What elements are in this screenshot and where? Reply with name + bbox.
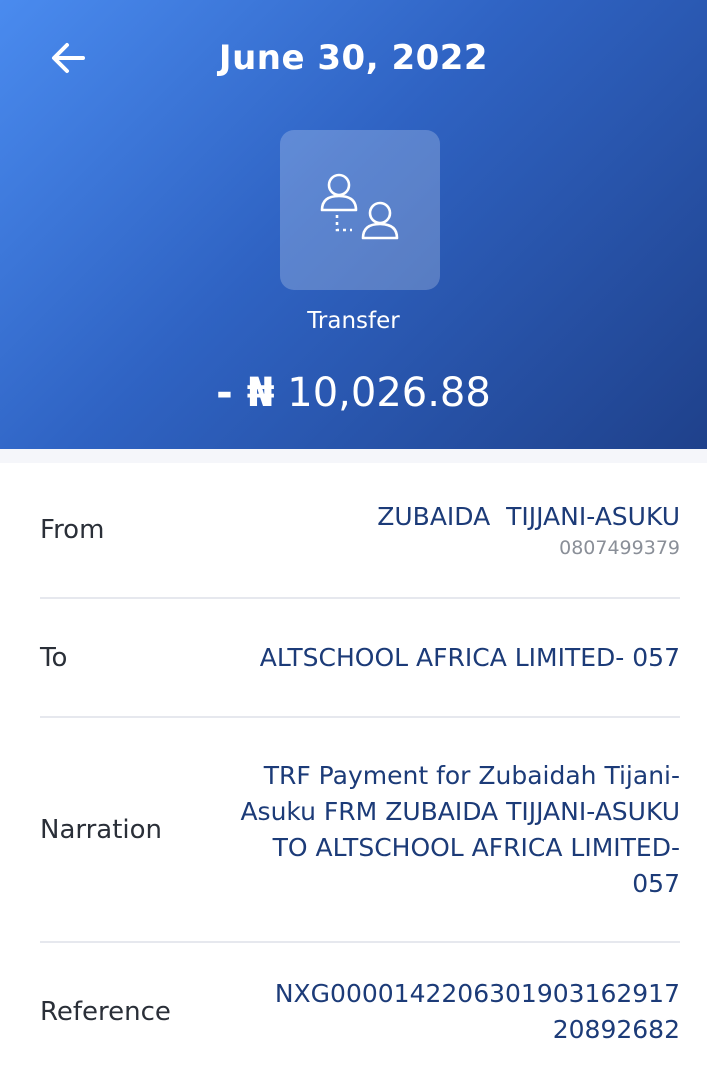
from-name: ZUBAIDA TIJJANI-ASUKU <box>377 502 680 531</box>
narration-value: TRF Payment for Zubaidah Tijani-Asuku FR… <box>240 760 680 898</box>
narration-label: Narration <box>40 814 163 845</box>
transaction-type-label: Transfer <box>307 308 400 334</box>
transaction-details <box>0 449 707 463</box>
transfer-users-icon <box>320 173 399 240</box>
details-top-strip <box>0 449 707 463</box>
amount-prefix: - ₦ <box>216 370 275 416</box>
detail-row-from: From ZUBAIDA TIJJANI-ASUKU 0807499379 <box>40 463 680 599</box>
detail-row-reference: Reference NXG0000142206301903162917 2089… <box>40 943 680 1081</box>
detail-row-to: To ALTSCHOOL AFRICA LIMITED- 057 <box>40 599 680 718</box>
transaction-amount: - ₦ 10,026.88 <box>0 370 707 416</box>
reference-label: Reference <box>40 997 171 1027</box>
transaction-header: June 30, 2022 Transfer - ₦ 10,026.88 <box>0 0 707 449</box>
page-title: June 30, 2022 <box>218 38 489 78</box>
amount-value: 10,026.88 <box>287 370 491 416</box>
transaction-type-tile <box>280 130 440 290</box>
to-value: ALTSCHOOL AFRICA LIMITED- 057 <box>259 642 680 672</box>
to-label: To <box>40 642 68 673</box>
from-label: From <box>40 515 105 545</box>
reference-line-1: NXG0000142206301903162917 <box>274 979 680 1008</box>
from-value: ZUBAIDA TIJJANI-ASUKU 0807499379 <box>377 499 680 561</box>
from-account-number: 0807499379 <box>559 537 680 559</box>
reference-line-2: 20892682 <box>552 1015 680 1044</box>
reference-value: NXG0000142206301903162917 20892682 <box>275 976 680 1048</box>
detail-row-narration: Narration TRF Payment for Zubaidah Tijan… <box>40 718 680 943</box>
